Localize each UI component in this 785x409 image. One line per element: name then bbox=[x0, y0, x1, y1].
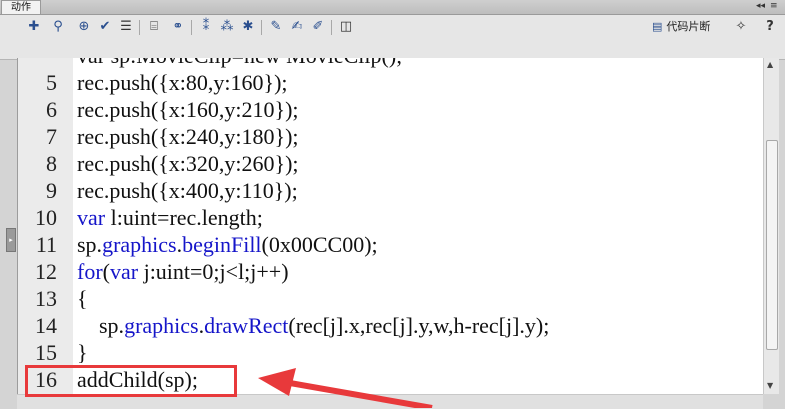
code-text: rec.push({x:160,y:210}); bbox=[77, 97, 299, 122]
toolbar-separator bbox=[261, 20, 262, 35]
keyword: for bbox=[77, 259, 103, 284]
code-hint-icon[interactable]: ⌸ bbox=[146, 19, 162, 35]
line-number: 5 bbox=[46, 70, 57, 95]
vertical-scrollbar[interactable]: ▲ ▼ bbox=[763, 58, 779, 394]
collapse-between-braces-icon[interactable]: ⁑ bbox=[198, 19, 214, 35]
code-fragment: (0x00CC00); bbox=[261, 232, 378, 257]
code-text: sp.graphics.beginFill(0x00CC00); bbox=[77, 231, 378, 258]
code-line: 10 var l:uint=rec.length; bbox=[18, 204, 764, 231]
code-text: rec.push({x:240,y:180}); bbox=[77, 124, 299, 149]
code-text: sp.graphics.drawRect(rec[j].x,rec[j].y,w… bbox=[77, 312, 549, 339]
code-line: 15 } bbox=[18, 339, 764, 366]
check-syntax-icon[interactable]: ✔ bbox=[97, 19, 113, 35]
code-text: rec.push({x:400,y:110}); bbox=[77, 178, 298, 203]
show-hide-toolbox-icon[interactable]: ◫ bbox=[338, 19, 354, 35]
tab-actions[interactable]: 动作 bbox=[1, 0, 41, 14]
line-number: 15 bbox=[35, 340, 57, 365]
line-number: 13 bbox=[35, 286, 57, 311]
code-fragment: l:uint=rec.length; bbox=[105, 205, 263, 230]
line-number: 10 bbox=[35, 205, 57, 230]
method-name: drawRect bbox=[204, 313, 289, 338]
line-number: 9 bbox=[46, 178, 57, 203]
code-text: for(var j:uint=0;j<l;j++) bbox=[77, 258, 289, 285]
code-fragment: ( bbox=[102, 259, 110, 284]
toolbar-separator bbox=[331, 20, 332, 35]
help-icon[interactable]: ? bbox=[762, 19, 778, 35]
code-snippets-button[interactable]: ▤ 代码片断 bbox=[652, 19, 710, 35]
method-name: beginFill bbox=[182, 232, 262, 257]
keyword: var bbox=[77, 205, 106, 230]
panel-titlebar: 动作 ◂◂ ≡ bbox=[0, 0, 785, 15]
code-fragment: sp. bbox=[77, 313, 125, 338]
code-fragment: j:uint=0;j<l;j++) bbox=[138, 259, 289, 284]
insert-target-path-icon[interactable]: ⊕ bbox=[76, 19, 92, 35]
line-number: 14 bbox=[35, 313, 57, 338]
code-text: } bbox=[77, 340, 88, 365]
code-line: 11 sp.graphics.beginFill(0x00CC00); bbox=[18, 231, 764, 258]
code-text: var sp:MovieClip=new MovieClip(); bbox=[77, 58, 402, 69]
line-number: 11 bbox=[35, 232, 57, 257]
add-statement-icon[interactable]: ✚ bbox=[26, 19, 42, 35]
scroll-up-arrow-icon[interactable]: ▲ bbox=[767, 60, 773, 69]
line-number: 8 bbox=[46, 151, 57, 176]
find-icon[interactable]: ⚲ bbox=[50, 19, 66, 35]
code-line: 7 rec.push({x:240,y:180}); bbox=[18, 123, 764, 150]
keyword: var bbox=[109, 259, 139, 284]
auto-format-icon[interactable]: ☰ bbox=[118, 19, 134, 35]
toolbar-separator bbox=[139, 20, 140, 35]
code-line: 6 rec.push({x:160,y:210}); bbox=[18, 96, 764, 123]
code-line: 8 rec.push({x:320,y:260}); bbox=[18, 150, 764, 177]
scroll-down-arrow-icon[interactable]: ▼ bbox=[767, 381, 773, 390]
code-fragment: (rec[j].x,rec[j].y,w,h-rec[j].y); bbox=[288, 313, 550, 338]
code-text: rec.push({x:80,y:160}); bbox=[77, 70, 288, 95]
line-number: 12 bbox=[35, 259, 57, 284]
line-number: 6 bbox=[46, 97, 57, 122]
code-snippets-icon: ▤ bbox=[652, 20, 663, 33]
panel-menu-icon[interactable]: ≡ bbox=[770, 0, 778, 13]
code-line: 13 { bbox=[18, 285, 764, 312]
code-line: 9 rec.push({x:400,y:110}); bbox=[18, 177, 764, 204]
code-text: rec.push({x:320,y:260}); bbox=[77, 151, 299, 176]
code-line: 14 sp.graphics.drawRect(rec[j].x,rec[j].… bbox=[18, 312, 764, 339]
actions-toolbar: ✚ ⚲ ⊕ ✔ ☰ ⌸ ⚭ ⁑ ⁂ ✱ ✎ ✍ ✐ ◫ ▤ 代码片断 ✧ ? bbox=[0, 15, 785, 60]
collapse-icon[interactable]: ◂◂ bbox=[756, 0, 765, 13]
code-line: 5 rec.push({x:80,y:160}); bbox=[18, 69, 764, 96]
panel-resize-handle[interactable]: ▸ bbox=[6, 228, 16, 252]
scroll-thumb[interactable] bbox=[766, 140, 778, 350]
property-name: graphics bbox=[124, 313, 199, 338]
code-line: 12 for(var j:uint=0;j<l;j++) bbox=[18, 258, 764, 285]
toolbar-separator bbox=[191, 20, 192, 35]
debug-options-icon[interactable]: ⚭ bbox=[170, 19, 186, 35]
apply-line-comment-icon[interactable]: ✍ bbox=[289, 19, 305, 35]
remove-comment-icon[interactable]: ✐ bbox=[310, 19, 326, 35]
script-editor[interactable]: var sp:MovieClip=new MovieClip(); 5 rec.… bbox=[17, 58, 764, 394]
magic-wand-icon[interactable]: ✧ bbox=[733, 19, 749, 35]
apply-block-comment-icon[interactable]: ✎ bbox=[268, 19, 284, 35]
code-text: { bbox=[77, 286, 88, 311]
code-fragment: sp. bbox=[77, 232, 103, 257]
property-name: graphics bbox=[102, 232, 177, 257]
collapse-selection-icon[interactable]: ⁂ bbox=[219, 19, 235, 35]
code-line-partial: var sp:MovieClip=new MovieClip(); bbox=[18, 58, 764, 69]
code-snippets-label: 代码片断 bbox=[666, 20, 711, 33]
line-number: 7 bbox=[46, 124, 57, 149]
highlight-box bbox=[25, 365, 237, 397]
expand-all-icon[interactable]: ✱ bbox=[240, 19, 256, 35]
code-text: var l:uint=rec.length; bbox=[77, 204, 263, 231]
